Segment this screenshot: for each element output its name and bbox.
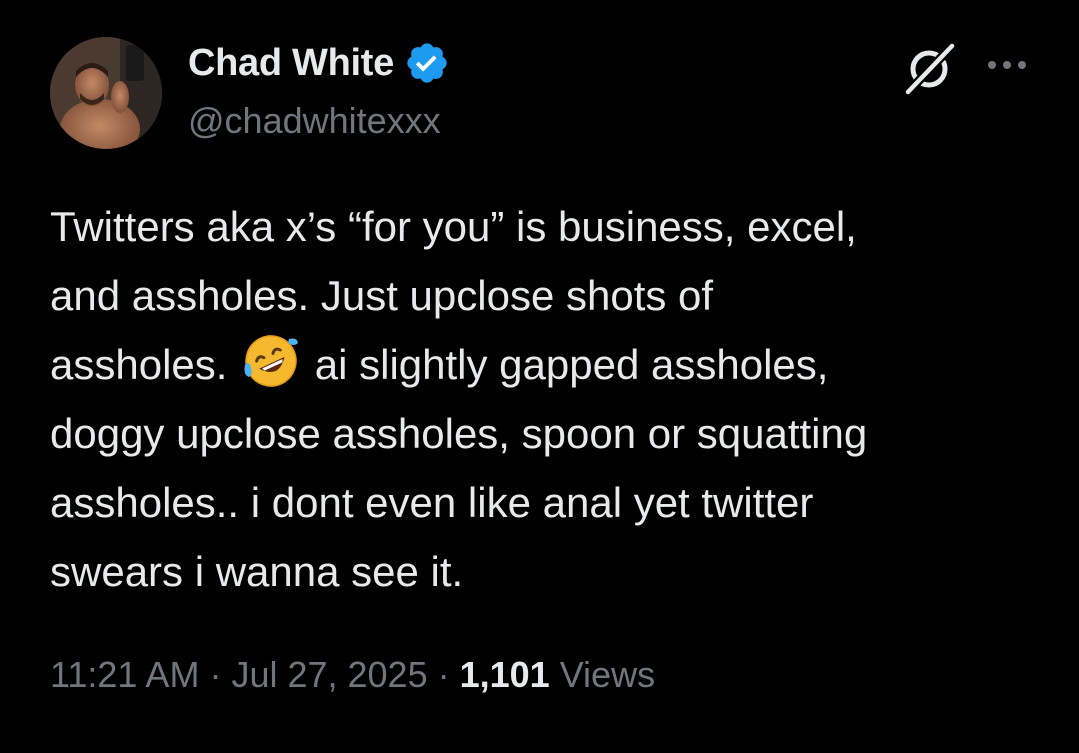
author-name-row: Chad White <box>188 40 450 86</box>
tweet-time[interactable]: 11:21 AM <box>50 654 199 695</box>
tweet-date[interactable]: Jul 27, 2025 <box>231 654 427 695</box>
tweet[interactable]: Chad White @chadwhitexxx Twitters aka x’… <box>0 0 1079 753</box>
tweet-text: Twitters aka x’s “for you” is business, … <box>50 192 1050 606</box>
meta-separator: · <box>199 654 232 695</box>
author-display-name[interactable]: Chad White <box>188 42 394 85</box>
avatar[interactable] <box>50 37 162 149</box>
avatar-photo <box>50 37 162 149</box>
verified-badge-icon[interactable] <box>404 40 450 86</box>
grok-icon[interactable] <box>900 40 958 98</box>
meta-separator: · <box>427 654 460 695</box>
views-count[interactable]: 1,101 <box>460 654 550 695</box>
views-label[interactable]: Views <box>550 654 655 695</box>
author-handle[interactable]: @chadwhitexxx <box>188 100 441 142</box>
rolling-on-floor-laughing-emoji-icon <box>241 331 301 391</box>
more-options-icon[interactable] <box>984 48 1030 82</box>
tweet-meta: 11:21 AM · Jul 27, 2025 · 1,101 Views <box>50 654 655 696</box>
